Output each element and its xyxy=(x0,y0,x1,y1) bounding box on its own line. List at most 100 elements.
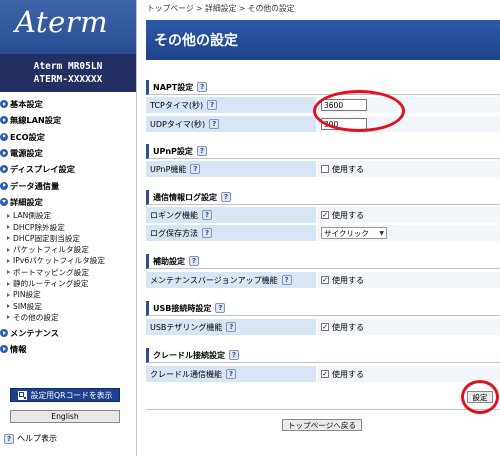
upnp-label: UPnP機能 xyxy=(150,164,187,174)
sidebar-subitem-label: パケットフィルタ設定 xyxy=(13,245,89,255)
sidebar-subitem-pin[interactable]: PIN設定 xyxy=(0,289,136,300)
logging-checkbox[interactable]: ✓ xyxy=(321,211,329,219)
sidebar-item-info[interactable]: 情報 xyxy=(0,341,136,357)
help-icon[interactable]: ? xyxy=(190,164,201,174)
help-icon: ? xyxy=(4,433,14,444)
page-title: その他の設定 xyxy=(146,20,500,60)
triangle-right-icon xyxy=(7,247,10,252)
cradle-communication-checkbox[interactable]: ✓ xyxy=(321,370,329,378)
sidebar-subitem-label: IPv6パケットフィルタ設定 xyxy=(13,256,105,266)
usb-tethering-checkbox-label[interactable]: 使用する xyxy=(332,322,364,333)
sidebar-item-wlan[interactable]: 無線LAN設定 xyxy=(0,112,136,128)
upnp-checkbox[interactable] xyxy=(321,165,329,173)
sidebar-subitem-label: その他の設定 xyxy=(13,312,59,322)
row-usb-tethering: USBテザリング機能 ? ✓ 使用する xyxy=(146,319,500,336)
log-method-select[interactable]: サイクリック ▼ xyxy=(321,227,387,239)
triangle-right-icon xyxy=(7,315,10,320)
sidebar: Aterm Aterm MR05LN ATERM-XXXXXX 基本設定 無線L… xyxy=(0,0,136,456)
arrow-right-icon xyxy=(0,100,8,109)
udp-timer-value-cell: 300 xyxy=(316,116,500,133)
sidebar-subitem-static-routing[interactable]: 静的ルーティング設定 xyxy=(0,278,136,289)
sidebar-item-advanced[interactable]: 詳細設定 xyxy=(0,194,136,210)
qr-button-label: 設定用QRコードを表示 xyxy=(30,390,113,400)
sidebar-item-display[interactable]: ディスプレイ設定 xyxy=(0,161,136,177)
logging-label: ロギング機能 xyxy=(150,210,198,220)
udp-timer-label-cell: UDPタイマ(秒) ? xyxy=(146,116,316,133)
section-title: 補助設定 xyxy=(153,256,185,266)
maintenance-update-checkbox-label[interactable]: 使用する xyxy=(332,275,364,286)
triangle-right-icon xyxy=(7,258,10,263)
sidebar-item-basic[interactable]: 基本設定 xyxy=(0,96,136,112)
sidebar-item-maintenance[interactable]: メンテナンス xyxy=(0,325,136,341)
sidebar-item-label: 基本設定 xyxy=(10,99,43,110)
udp-timer-input[interactable]: 300 xyxy=(321,118,367,130)
udp-timer-label: UDPタイマ(秒) xyxy=(150,119,206,129)
help-icon[interactable]: ? xyxy=(207,100,218,110)
help-icon[interactable]: ? xyxy=(221,192,231,202)
help-display-label: ヘルプ表示 xyxy=(17,434,57,443)
show-qr-code-button[interactable]: 設定用QRコードを表示 xyxy=(10,388,120,402)
help-icon[interactable]: ? xyxy=(281,275,292,285)
english-button[interactable]: English xyxy=(10,410,120,423)
row-tcp-timer: TCPタイマ(秒) ? 3600 xyxy=(146,97,500,114)
cradle-communication-label-cell: クレードル通信機能 ? xyxy=(146,366,316,383)
sidebar-item-label: ECO設定 xyxy=(10,131,45,142)
main-content: トップページ > 詳細設定 > その他の設定 その他の設定 NAPT設定 ? T… xyxy=(136,0,500,456)
logging-label-cell: ロギング機能 ? xyxy=(146,207,316,224)
sidebar-subitem-port-mapping[interactable]: ポートマッピング設定 xyxy=(0,267,136,278)
sidebar-subitem-label: DHCP固定割当設定 xyxy=(13,233,81,243)
help-icon[interactable]: ? xyxy=(229,350,239,360)
sidebar-subitem-label: DHCP除外設定 xyxy=(13,222,65,232)
sidebar-item-label: 情報 xyxy=(10,344,27,355)
help-icon[interactable]: ? xyxy=(202,210,212,220)
sidebar-subitem-dhcp-exclude[interactable]: DHCP除外設定 xyxy=(0,221,136,232)
tcp-timer-input[interactable]: 3600 xyxy=(321,99,367,111)
device-name: ATERM-XXXXXX xyxy=(33,74,103,85)
help-icon[interactable]: ? xyxy=(215,303,226,313)
help-icon[interactable]: ? xyxy=(197,82,208,92)
row-cradle-communication: クレードル通信機能 ? ✓ 使用する xyxy=(146,366,500,383)
triangle-right-icon xyxy=(7,225,10,230)
qr-code-icon xyxy=(17,390,27,400)
help-icon[interactable]: ? xyxy=(202,228,212,238)
cradle-communication-checkbox-label[interactable]: 使用する xyxy=(332,369,364,380)
sidebar-item-label: 無線LAN設定 xyxy=(10,115,62,126)
tcp-timer-value-cell: 3600 xyxy=(316,97,500,114)
help-icon[interactable]: ? xyxy=(209,119,220,129)
sidebar-subitem-other[interactable]: その他の設定 xyxy=(0,312,136,323)
sidebar-item-data-usage[interactable]: データ通信量 xyxy=(0,177,136,193)
help-icon[interactable]: ? xyxy=(196,146,207,156)
upnp-checkbox-label[interactable]: 使用する xyxy=(332,164,364,175)
help-display-link[interactable]: ? ヘルプ表示 xyxy=(4,433,57,444)
row-udp-timer: UDPタイマ(秒) ? 300 xyxy=(146,116,500,133)
sidebar-subitem-packet-filter[interactable]: パケットフィルタ設定 xyxy=(0,244,136,255)
arrow-right-icon xyxy=(0,149,8,158)
usb-tethering-label: USBテザリング機能 xyxy=(150,322,223,332)
back-to-top-button[interactable]: トップページへ戻る xyxy=(282,419,362,431)
maintenance-update-checkbox[interactable]: ✓ xyxy=(321,276,329,284)
sidebar-item-label: ディスプレイ設定 xyxy=(10,164,75,175)
help-icon[interactable]: ? xyxy=(226,369,236,379)
logging-checkbox-label[interactable]: 使用する xyxy=(332,210,364,221)
arrow-right-icon xyxy=(0,132,8,141)
sidebar-subitem-label: 静的ルーティング設定 xyxy=(13,279,89,288)
help-icon[interactable]: ? xyxy=(189,256,199,266)
arrow-right-icon xyxy=(0,329,8,338)
triangle-right-icon xyxy=(7,236,10,241)
sidebar-subitem-dhcp-fixed[interactable]: DHCP固定割当設定 xyxy=(0,233,136,244)
sidebar-subitem-ipv6-filter[interactable]: IPv6パケットフィルタ設定 xyxy=(0,255,136,266)
sidebar-subitem-lan[interactable]: LAN側設定 xyxy=(0,210,136,221)
sidebar-item-label: メンテナンス xyxy=(10,328,59,339)
maintenance-update-label-cell: メンテナンスバージョンアップ機能 ? xyxy=(146,272,316,289)
section-napt: NAPT設定 ? xyxy=(146,80,500,95)
sidebar-item-power[interactable]: 電源設定 xyxy=(0,145,136,161)
help-icon[interactable]: ? xyxy=(226,322,237,332)
row-upnp: UPnP機能 ? 使用する xyxy=(146,161,500,178)
section-title: USB接続時設定 xyxy=(153,303,212,313)
divider xyxy=(146,409,500,410)
section-title: クレードル接続設定 xyxy=(153,350,225,360)
sidebar-item-eco[interactable]: ECO設定 xyxy=(0,129,136,145)
sidebar-subitem-sim[interactable]: SIM設定 xyxy=(0,300,136,311)
settings-save-button[interactable]: 設定 xyxy=(467,391,493,403)
usb-tethering-checkbox[interactable]: ✓ xyxy=(321,323,329,331)
